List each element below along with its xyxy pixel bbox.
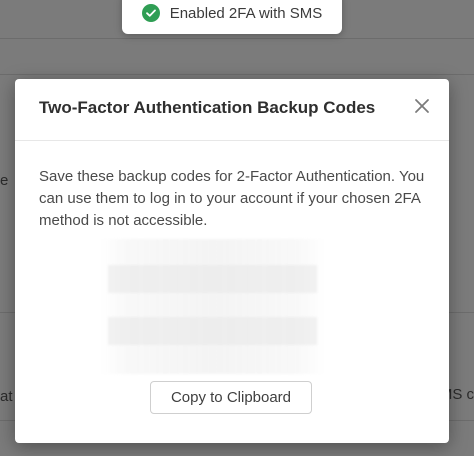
copy-to-clipboard-button[interactable]: Copy to Clipboard [150, 381, 312, 414]
success-toast: Enabled 2FA with SMS [122, 0, 342, 34]
close-icon [414, 98, 430, 119]
background-divider [0, 74, 474, 75]
backup-codes-modal: Two-Factor Authentication Backup Codes S… [15, 79, 449, 443]
toast-message: Enabled 2FA with SMS [169, 4, 323, 22]
close-button[interactable] [411, 97, 433, 119]
background-text-fragment: at [0, 388, 13, 405]
background-divider [0, 38, 474, 39]
modal-title: Two-Factor Authentication Backup Codes [39, 98, 376, 117]
backup-codes-area [100, 239, 325, 374]
background-text-fragment: e [0, 172, 9, 189]
modal-body: Save these backup codes for 2-Factor Aut… [39, 166, 429, 232]
modal-header: Two-Factor Authentication Backup Codes [15, 79, 449, 141]
modal-description: Save these backup codes for 2-Factor Aut… [39, 168, 425, 229]
check-circle-icon [141, 4, 160, 22]
